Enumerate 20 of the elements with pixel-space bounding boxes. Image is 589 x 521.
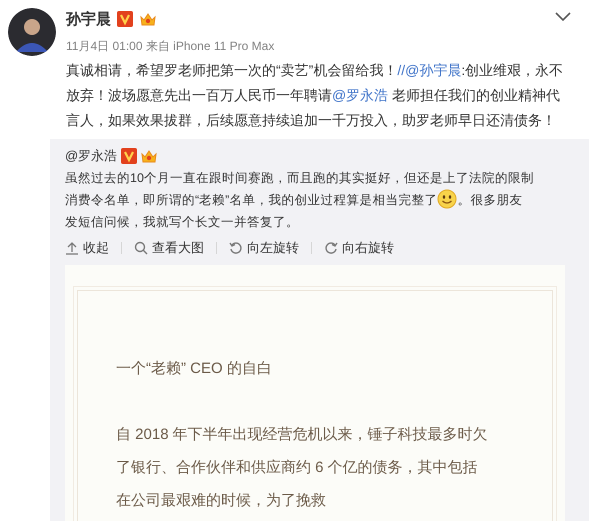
avatar[interactable]	[8, 8, 56, 56]
mention-link[interactable]: @罗永浩	[332, 87, 388, 103]
search-icon	[134, 241, 148, 255]
repost-author-name[interactable]: @罗永浩	[65, 147, 118, 165]
toolbar-link[interactable]: 查看大图	[134, 239, 204, 257]
toolbar-link[interactable]: 收起	[65, 239, 109, 257]
rotate-left-icon	[229, 241, 243, 255]
repost-text: 虽然过去的10个月一直在跟时间赛跑，而且跑的其实挺好，但还是上了法院的限制消费令名单，即所谓的“老赖”名单，我的创业过程算是相当完整了 。很多朋友发短信问候，我就写个长文一并答复了。	[65, 170, 535, 231]
mention-link[interactable]: //@孙宇晨	[397, 62, 462, 78]
author-name[interactable]: 孙宇晨	[66, 10, 111, 28]
toolbar-link[interactable]: 向左旋转	[229, 239, 299, 257]
chevron-down-icon[interactable]	[555, 12, 571, 22]
article-title: 一个“老赖” CEO 的自白	[116, 359, 273, 378]
article-paragraph: 自 2018 年下半年出现经营危机以来，锤子科技最多时欠了银行、合作伙伴和供应商约 6 个亿的债务，其中包括在公司最艰难的时候，为了挽救	[116, 425, 488, 511]
smiley-emoji-icon	[437, 189, 458, 209]
rotate-right-icon	[324, 241, 338, 255]
post-text: 真诚相请，希望罗老师把第一次的“卖艺”机会留给我！//@孙宇晨:创业维艰，永不放弃！波场愿意先出一百万人民币一年聘请@罗永浩 老师担任我们的创业精神代言人，如果效果拔群，后续愿意持续追加一千万投入，助罗老师早日还清债务！	[66, 61, 564, 130]
post-meta: 11月4日 01:00 来自 iPhone 11 Pro Max	[66, 38, 276, 55]
collapse-icon	[65, 241, 79, 255]
toolbar-link[interactable]: 向右旋转	[324, 239, 394, 257]
